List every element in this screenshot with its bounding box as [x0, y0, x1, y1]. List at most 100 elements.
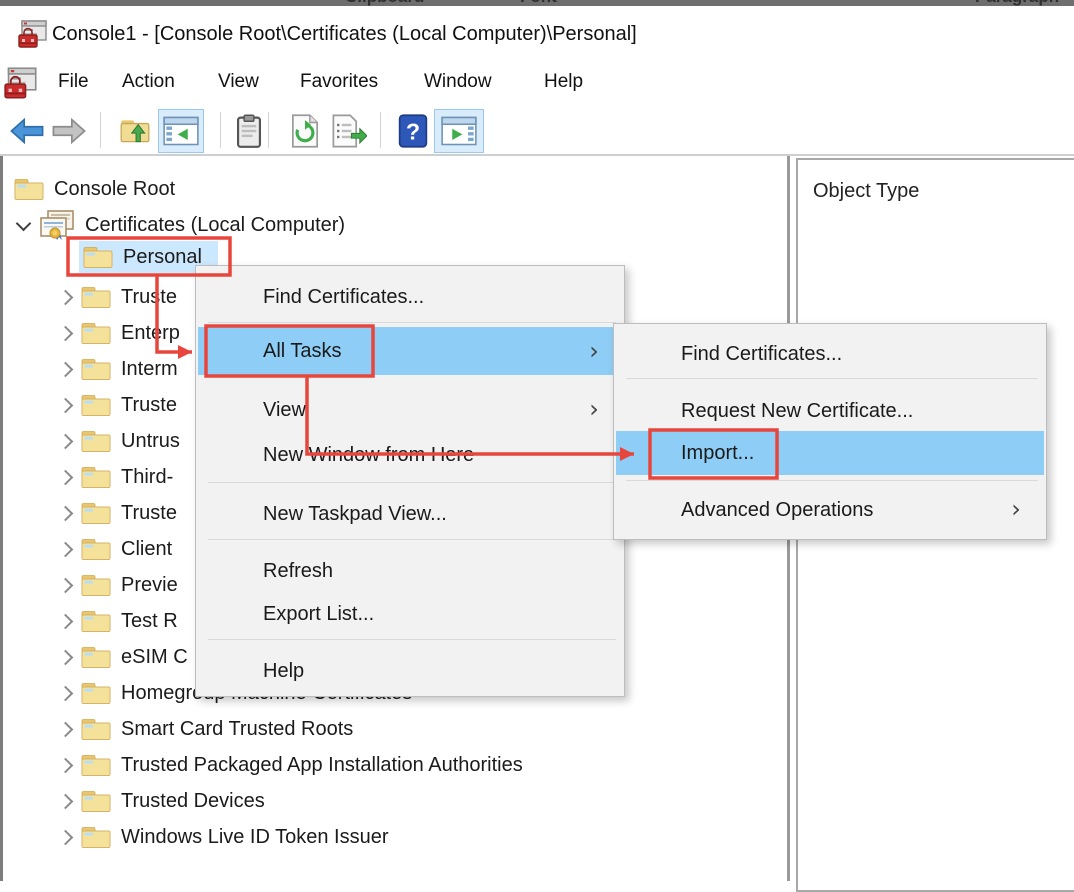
help-button[interactable]: ? — [392, 109, 434, 153]
submenu-item-advanced-operations[interactable]: Advanced Operations — [616, 488, 1044, 532]
folder-icon — [81, 393, 111, 417]
menu-action[interactable]: Action — [122, 71, 175, 93]
tree-item-label: Client — [121, 538, 172, 561]
tree-item-label: Windows Live ID Token Issuer — [121, 826, 389, 849]
mmc-console-icon — [18, 19, 48, 49]
folder-icon — [81, 681, 111, 705]
chevron-down-icon[interactable] — [16, 215, 32, 231]
tree-item-client[interactable]: Client — [58, 531, 172, 567]
chevron-right-icon[interactable] — [58, 433, 74, 449]
show-hide-console-tree-button[interactable] — [158, 109, 204, 153]
tree-item-preview[interactable]: Previe — [58, 567, 178, 603]
tree-item-third-party[interactable]: Third- — [58, 459, 173, 495]
folder-icon — [81, 573, 111, 597]
tree-item-windows-live-id[interactable]: Windows Live ID Token Issuer — [58, 819, 389, 855]
paste-button[interactable] — [228, 109, 270, 153]
tree-item-label: Untrus — [121, 430, 180, 453]
menu-separator — [208, 639, 616, 640]
menu-favorites[interactable]: Favorites — [300, 71, 378, 93]
menu-bar: File Action View Favorites Window Help — [0, 62, 1074, 106]
tree-item-label: Test R — [121, 610, 178, 633]
menu-item-view[interactable]: View — [198, 388, 622, 432]
tree-item-trusted-devices[interactable]: Trusted Devices — [58, 783, 265, 819]
folder-icon — [81, 429, 111, 453]
menu-separator — [208, 539, 616, 540]
tree-item-label: Third- — [121, 466, 173, 489]
chevron-right-icon[interactable] — [58, 469, 74, 485]
menu-item-export-list[interactable]: Export List... — [198, 592, 622, 636]
ribbon-group-label: Font — [520, 0, 557, 6]
chevron-right-icon[interactable] — [58, 361, 74, 377]
menu-item-label: View — [263, 399, 306, 422]
chevron-right-icon[interactable] — [58, 505, 74, 521]
chevron-right-icon[interactable] — [58, 397, 74, 413]
all-tasks-submenu: Find Certificates... Request New Certifi… — [613, 323, 1047, 540]
menu-separator — [208, 322, 616, 323]
folder-icon — [81, 285, 111, 309]
menu-item-all-tasks[interactable]: All Tasks — [198, 327, 622, 375]
refresh-icon — [289, 114, 321, 148]
window-title: Console1 - [Console Root\Certificates (L… — [52, 23, 637, 46]
folder-icon — [81, 753, 111, 777]
menu-item-help[interactable]: Help — [198, 649, 622, 693]
tree-item-personal[interactable]: Personal — [58, 239, 218, 275]
menu-item-new-taskpad-view[interactable]: New Taskpad View... — [198, 492, 622, 536]
chevron-right-icon[interactable] — [58, 757, 74, 773]
submenu-item-find-certificates[interactable]: Find Certificates... — [616, 332, 1044, 376]
chevron-right-icon[interactable] — [58, 793, 74, 809]
tree-item-esim[interactable]: eSIM C — [58, 639, 188, 675]
arrow-right-icon — [52, 118, 86, 144]
menu-item-refresh[interactable]: Refresh — [198, 549, 622, 593]
forward-button[interactable] — [48, 109, 90, 153]
chevron-right-icon[interactable] — [58, 613, 74, 629]
column-header-object-type[interactable]: Object Type — [813, 180, 919, 203]
toolbar: ? — [0, 106, 1074, 156]
tree-item-trusted-1[interactable]: Truste — [58, 279, 177, 315]
tree-item-untrusted[interactable]: Untrus — [58, 423, 180, 459]
chevron-right-icon[interactable] — [58, 721, 74, 737]
tree-item-enterprise[interactable]: Enterp — [58, 315, 180, 351]
menu-file[interactable]: File — [58, 71, 89, 93]
chevron-right-icon[interactable] — [58, 649, 74, 665]
menu-help[interactable]: Help — [544, 71, 583, 93]
tree-item-label: Trusted Packaged App Installation Author… — [121, 754, 523, 777]
tree-item-trusted-packaged-app[interactable]: Trusted Packaged App Installation Author… — [58, 747, 523, 783]
refresh-button[interactable] — [284, 109, 326, 153]
chevron-right-icon[interactable] — [58, 829, 74, 845]
tree-item-label: Truste — [121, 286, 177, 309]
tree-item-label: Certificates (Local Computer) — [85, 214, 345, 237]
tree-item-test-roots[interactable]: Test R — [58, 603, 178, 639]
tree-item-label: Smart Card Trusted Roots — [121, 718, 353, 741]
folder-icon — [14, 177, 44, 201]
up-one-level-button[interactable] — [114, 109, 156, 153]
chevron-spacer — [60, 253, 69, 262]
tree-item-trusted-2[interactable]: Truste — [58, 387, 177, 423]
toolbar-separator — [100, 112, 101, 148]
menu-separator — [626, 480, 1038, 481]
folder-icon — [81, 717, 111, 741]
show-hide-action-pane-button[interactable] — [434, 109, 484, 153]
menu-item-find-certificates[interactable]: Find Certificates... — [198, 275, 622, 319]
help-icon: ? — [398, 114, 428, 148]
mmc-console-icon[interactable] — [4, 66, 38, 100]
submenu-item-import[interactable]: Import... — [616, 431, 1044, 475]
tree-item-console-root[interactable]: Console Root — [14, 171, 175, 207]
chevron-right-icon[interactable] — [58, 325, 74, 341]
submenu-item-request-new-certificate[interactable]: Request New Certificate... — [616, 389, 1044, 433]
menu-item-new-window-from-here[interactable]: New Window from Here — [198, 433, 622, 477]
tree-item-trusted-3[interactable]: Truste — [58, 495, 177, 531]
tree-item-label: Interm — [121, 358, 178, 381]
chevron-right-icon[interactable] — [58, 577, 74, 593]
menu-view[interactable]: View — [218, 71, 259, 93]
export-list-button[interactable] — [328, 109, 370, 153]
submenu-arrow-icon — [584, 337, 604, 365]
menu-window[interactable]: Window — [424, 71, 492, 93]
arrow-left-icon — [10, 118, 44, 144]
back-button[interactable] — [6, 109, 48, 153]
tree-item-certificates-local-computer[interactable]: Certificates (Local Computer) — [16, 207, 345, 243]
tree-item-smart-card[interactable]: Smart Card Trusted Roots — [58, 711, 353, 747]
chevron-right-icon[interactable] — [58, 289, 74, 305]
chevron-right-icon[interactable] — [58, 685, 74, 701]
tree-item-intermediate[interactable]: Interm — [58, 351, 178, 387]
chevron-right-icon[interactable] — [58, 541, 74, 557]
